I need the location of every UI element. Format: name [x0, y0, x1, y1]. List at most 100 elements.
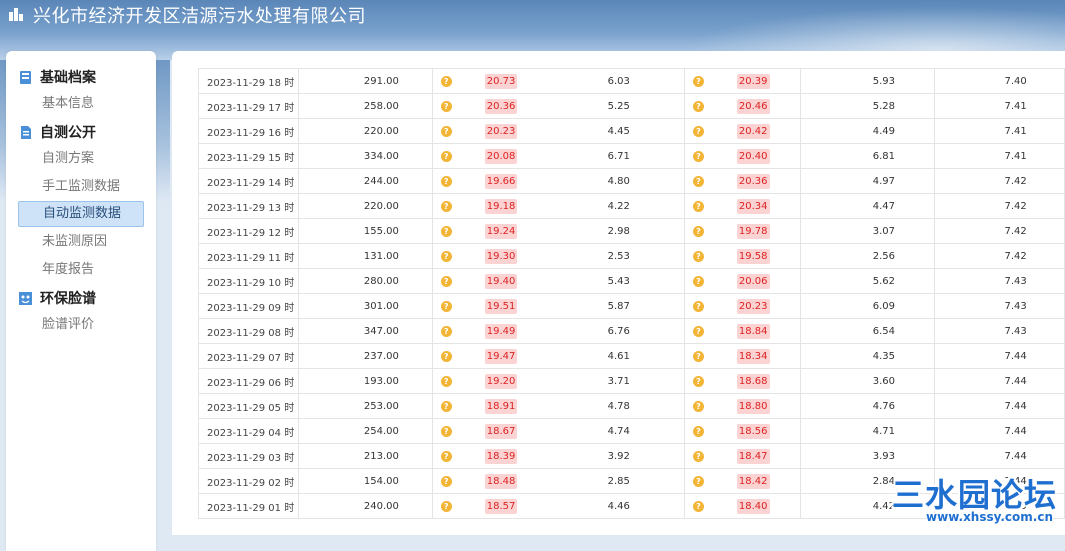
warning-icon[interactable]: ?: [692, 326, 704, 337]
warning-icon[interactable]: ?: [440, 76, 452, 87]
warning-icon[interactable]: ?: [692, 76, 704, 87]
table-row: 2023-11-29 10 时 280.00? 19.40 5.43? 20.06 5.6…: [198, 268, 1065, 294]
warning-icon[interactable]: ?: [692, 376, 704, 387]
warning-icon[interactable]: ?: [440, 451, 452, 462]
exceed-badge: 18.39: [484, 449, 518, 464]
warning-icon[interactable]: ?: [440, 301, 452, 312]
cell-time: 2023-11-29 03 时: [198, 443, 299, 469]
warning-icon[interactable]: ?: [692, 451, 704, 462]
sidebar-section-label: 自测公开: [40, 125, 96, 141]
warning-icon[interactable]: ?: [440, 176, 452, 187]
warning-icon[interactable]: ?: [692, 301, 704, 312]
cell-value-c: ? 20.34: [683, 193, 802, 219]
warning-icon[interactable]: ?: [440, 201, 452, 212]
cell-value-b: 4.46: [607, 501, 630, 512]
cell-value-a: ? 20.08 6.71: [431, 143, 685, 169]
sidebar-section-self-test[interactable]: 自测公开: [18, 122, 96, 142]
warning-icon[interactable]: ?: [692, 501, 704, 512]
table-row: 2023-11-29 11 时 131.00? 19.30 2.53? 19.58 2.5…: [198, 243, 1065, 269]
cell-flow: 334.00: [297, 143, 433, 169]
warning-icon[interactable]: ?: [692, 126, 704, 137]
cell-value-e: 7.41: [934, 93, 1065, 119]
warning-icon[interactable]: ?: [692, 276, 704, 287]
cell-value-d: 3.93: [800, 443, 936, 469]
sidebar-item-basic-info[interactable]: 基本信息: [18, 91, 144, 117]
cell-flow: 193.00: [297, 368, 433, 394]
cell-value-e: 7.42: [934, 218, 1065, 244]
warning-icon[interactable]: ?: [692, 226, 704, 237]
cell-value-c: ? 18.68: [683, 368, 802, 394]
warning-icon[interactable]: ?: [692, 426, 704, 437]
warning-icon[interactable]: ?: [440, 426, 452, 437]
warning-icon[interactable]: ?: [440, 251, 452, 262]
warning-icon[interactable]: ?: [440, 126, 452, 137]
cell-value-b: 2.53: [607, 251, 630, 262]
warning-icon[interactable]: ?: [440, 101, 452, 112]
warning-icon[interactable]: ?: [440, 376, 452, 387]
warning-icon[interactable]: ?: [692, 201, 704, 212]
cell-time: 2023-11-29 07 时: [198, 343, 299, 369]
cell-value-e: 7.44: [934, 343, 1065, 369]
sidebar-section-profile[interactable]: 环保脸谱: [18, 288, 96, 308]
table-row: 2023-11-29 17 时 258.00? 20.36 5.25? 20.46 5.2…: [198, 93, 1065, 119]
exceed-badge: 19.51: [484, 299, 518, 314]
warning-icon[interactable]: ?: [692, 476, 704, 487]
table-row: 2023-11-29 03 时 213.00? 18.39 3.92? 18.47 3.9…: [198, 443, 1065, 469]
exceed-badge: 18.67: [484, 424, 518, 439]
cell-value-e: 7.44: [934, 443, 1065, 469]
warning-icon[interactable]: ?: [440, 401, 452, 412]
cell-value-e: 7.43: [934, 293, 1065, 319]
warning-icon[interactable]: ?: [440, 276, 452, 287]
cell-flow: 154.00: [297, 468, 433, 494]
cell-value-c: ? 20.39: [683, 68, 802, 94]
sidebar-item-test-plan[interactable]: 自测方案: [18, 146, 144, 172]
sidebar-section-archive[interactable]: 基础档案: [18, 67, 96, 87]
warning-icon[interactable]: ?: [440, 476, 452, 487]
cell-flow: 237.00: [297, 343, 433, 369]
warning-icon[interactable]: ?: [440, 226, 452, 237]
warning-icon[interactable]: ?: [692, 251, 704, 262]
cell-value-a: ? 18.67 4.74: [431, 418, 685, 444]
table-row: 2023-11-29 08 时 347.00? 19.49 6.76? 18.84 6.5…: [198, 318, 1065, 344]
cell-value-a: ? 19.40 5.43: [431, 268, 685, 294]
table-row: 2023-11-29 18 时 291.00? 20.73 6.03? 20.39 5.9…: [198, 68, 1065, 94]
warning-icon[interactable]: ?: [692, 351, 704, 362]
warning-icon[interactable]: ?: [692, 101, 704, 112]
cell-time: 2023-11-29 11 时: [198, 243, 299, 269]
sidebar-item-auto-data[interactable]: 自动监测数据: [18, 201, 144, 227]
cell-time: 2023-11-29 12 时: [198, 218, 299, 244]
warning-icon[interactable]: ?: [692, 176, 704, 187]
cell-value-d: 3.07: [800, 218, 936, 244]
cell-value-e: 7.41: [934, 118, 1065, 144]
warning-icon[interactable]: ?: [440, 501, 452, 512]
sidebar-item-annual-report[interactable]: 年度报告: [18, 257, 144, 283]
warning-icon[interactable]: ?: [692, 401, 704, 412]
exceed-badge: 20.42: [736, 124, 770, 139]
cell-value-e: 7.43: [934, 318, 1065, 344]
exceed-badge: 18.48: [484, 474, 518, 489]
warning-icon[interactable]: ?: [440, 351, 452, 362]
table-row: 2023-11-29 09 时 301.00? 19.51 5.87? 20.23 6.0…: [198, 293, 1065, 319]
warning-icon[interactable]: ?: [440, 326, 452, 337]
cell-value-e: 7.42: [934, 243, 1065, 269]
cell-value-c: ? 19.78: [683, 218, 802, 244]
sidebar-item-manual-data[interactable]: 手工监测数据: [18, 174, 144, 200]
exceed-badge: 19.40: [484, 274, 518, 289]
cell-value-b: 4.22: [607, 201, 630, 212]
exceed-badge: 19.58: [736, 249, 770, 264]
warning-icon[interactable]: ?: [440, 151, 452, 162]
exceed-badge: 18.56: [736, 424, 770, 439]
cell-value-c: ? 20.42: [683, 118, 802, 144]
cell-value-c: ? 19.58: [683, 243, 802, 269]
cell-value-b: 4.74: [607, 426, 630, 437]
monitoring-data-table: 2023-11-29 18 时 291.00? 20.73 6.03? 20.39 5.9…: [198, 68, 1065, 519]
sidebar-item-unmonitored-reason[interactable]: 未监测原因: [18, 229, 144, 255]
cell-value-b: 4.45: [607, 126, 630, 137]
cell-flow: 155.00: [297, 218, 433, 244]
exceed-badge: 20.23: [736, 299, 770, 314]
warning-icon[interactable]: ?: [692, 151, 704, 162]
cell-value-b: 4.61: [607, 351, 630, 362]
sidebar-item-profile-eval[interactable]: 脸谱评价: [18, 312, 144, 338]
cell-value-a: ? 20.23 4.45: [431, 118, 685, 144]
cell-value-b: 4.78: [607, 401, 630, 412]
